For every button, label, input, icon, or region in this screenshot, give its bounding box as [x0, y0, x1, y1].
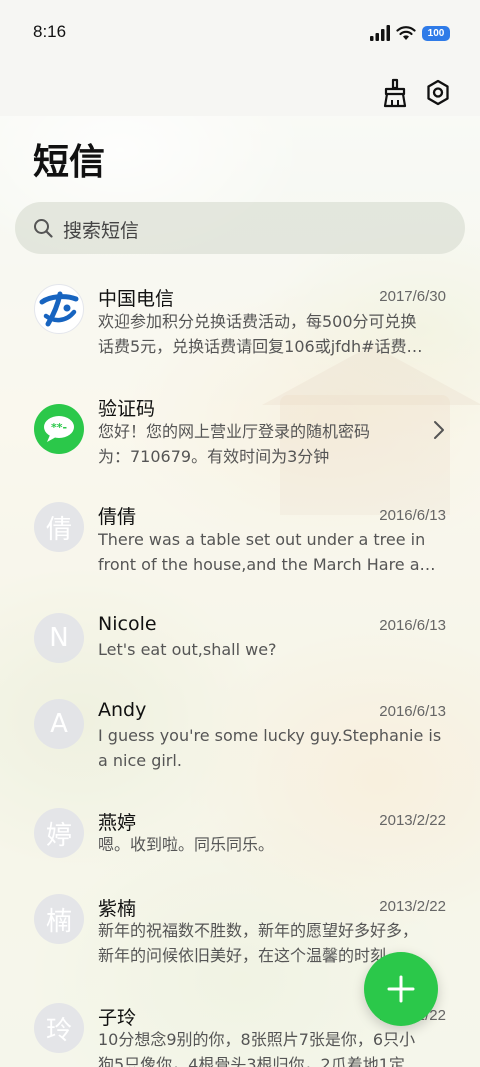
preview-line: 欢迎参加积分兑换话费活动，每500分可兑换: [98, 312, 417, 331]
status-time: 8:16: [33, 22, 67, 41]
preview-line: a nice girl.: [98, 751, 182, 770]
search-input[interactable]: 搜索短信: [15, 202, 465, 254]
preview-line: 嗯。收到啦。同乐同乐。: [98, 835, 275, 854]
plus-icon: [387, 975, 415, 1003]
search-icon: [34, 219, 53, 238]
sender-name: Nicole: [98, 613, 157, 635]
conversation-item-qianqian[interactable]: 倩 倩倩 2016/6/13 There was a table set out…: [0, 502, 480, 592]
preview-line: 为：710679。有效时间为3分钟: [98, 447, 330, 466]
conversation-item-nicole[interactable]: N Nicole 2016/6/13 Let's eat out,shall w…: [0, 611, 480, 681]
sender-name: 倩倩: [98, 506, 137, 528]
conversation-item-verification-code[interactable]: **- 验证码 您好！您的网上营业厅登录的随机密码 为：710679。有效时间为…: [0, 392, 480, 492]
message-preview: Let's eat out,shall we?: [98, 637, 444, 662]
message-preview: There was a table set out under a tree i…: [98, 527, 444, 577]
message-preview: 欢迎参加积分兑换话费活动，每500分可兑换 话费5元，兑换话费请回复106或jf…: [98, 309, 444, 359]
preview-line: I guess you're some lucky guy.Stephanie …: [98, 726, 442, 745]
message-date: 2016/6/13: [379, 507, 446, 524]
preview-line: front of the house,and the March Hare an…: [98, 555, 444, 574]
china-telecom-logo-icon: [39, 291, 79, 327]
conversation-item-yanting[interactable]: 婷 燕婷 2013/2/22 嗯。收到啦。同乐同乐。: [0, 806, 480, 876]
avatar: **-: [34, 404, 84, 454]
sender-name: 燕婷: [98, 812, 137, 834]
preview-line: 10分想念9别的你，8张照片7张是你，6只小: [98, 1030, 416, 1049]
message-preview: 嗯。收到啦。同乐同乐。: [98, 832, 444, 857]
avatar: 楠: [34, 894, 84, 944]
conversation-item-andy[interactable]: A Andy 2016/6/13 I guess you're some luc…: [0, 697, 480, 787]
message-date: 2016/6/13: [379, 617, 446, 634]
search-placeholder: 搜索短信: [63, 220, 140, 242]
preview-line: 您好！您的网上营业厅登录的随机密码: [98, 422, 371, 441]
page-title: 短信: [33, 142, 106, 183]
wifi-icon: [396, 26, 416, 40]
preview-line: There was a table set out under a tree i…: [98, 530, 426, 549]
message-date: 2017/6/30: [379, 288, 446, 305]
avatar: N: [34, 613, 84, 663]
preview-line: 狗5只像你，4根骨头3根归你，2爪着地1定: [98, 1055, 405, 1067]
signal-icon: [370, 25, 390, 41]
message-date: 2013/2/22: [379, 898, 446, 915]
messages-app: 8:16 100 短信 搜索短信 中国电信 2017/6/30 欢迎参加积分兑换…: [0, 0, 480, 1067]
sender-name: 紫楠: [98, 898, 137, 920]
message-preview: 10分想念9别的你，8张照片7张是你，6只小 狗5只像你，4根骨头3根归你，2爪…: [98, 1027, 444, 1067]
broom-icon[interactable]: [381, 78, 409, 108]
chevron-right-icon: [434, 421, 444, 439]
battery-indicator: 100: [422, 25, 450, 41]
avatar: 婷: [34, 808, 84, 858]
message-preview: 您好！您的网上营业厅登录的随机密码 为：710679。有效时间为3分钟: [98, 419, 418, 469]
message-date: 2013/2/22: [379, 812, 446, 829]
avatar: 玲: [34, 1003, 84, 1053]
sender-name: 中国电信: [98, 288, 175, 310]
settings-icon[interactable]: [424, 78, 452, 108]
avatar: A: [34, 699, 84, 749]
preview-line: Let's eat out,shall we?: [98, 640, 277, 659]
sender-name: 子玲: [98, 1007, 137, 1029]
preview-line: 话费5元，兑换话费请回复106或jfdh#话费…: [98, 337, 423, 356]
message-bubble-icon: **-: [44, 416, 74, 442]
conversation-item-china-telecom[interactable]: 中国电信 2017/6/30 欢迎参加积分兑换话费活动，每500分可兑换 话费5…: [0, 276, 480, 380]
sender-name: 验证码: [98, 398, 156, 420]
new-message-button[interactable]: [364, 952, 438, 1026]
preview-line: 新年的祝福数不胜数，新年的愿望好多好多，: [98, 921, 419, 940]
avatar: [34, 284, 84, 334]
avatar: 倩: [34, 502, 84, 552]
sender-name: Andy: [98, 699, 147, 721]
message-preview: I guess you're some lucky guy.Stephanie …: [98, 723, 444, 773]
message-date: 2016/6/13: [379, 703, 446, 720]
svg-text:**-: **-: [51, 421, 67, 434]
status-icons: 100: [370, 24, 450, 42]
status-bar: 8:16 100: [0, 0, 480, 68]
